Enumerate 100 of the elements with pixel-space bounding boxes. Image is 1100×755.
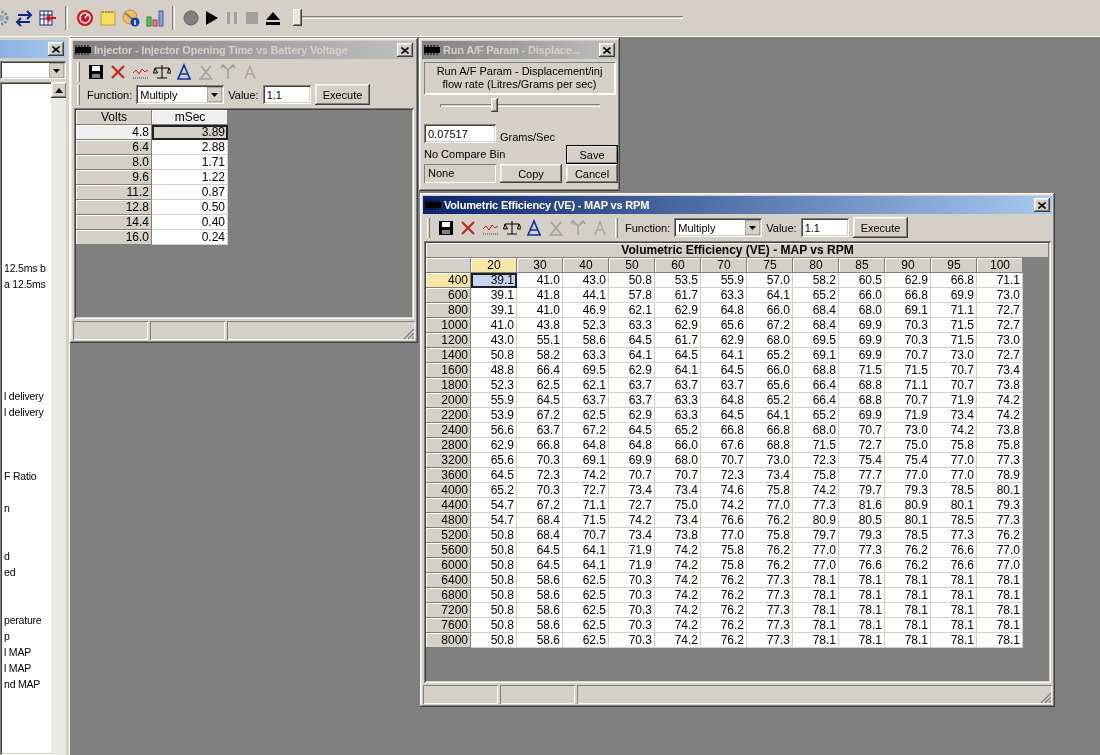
table-cell[interactable]: 75.4: [839, 453, 885, 468]
row-header[interactable]: 2200: [426, 408, 471, 423]
table-cell[interactable]: 55.9: [701, 273, 747, 288]
table-cell[interactable]: 39.1: [471, 273, 517, 288]
table-cell[interactable]: 63.7: [517, 423, 563, 438]
table-cell[interactable]: 71.9: [931, 393, 977, 408]
table-cell[interactable]: 78.5: [885, 528, 931, 543]
row-header[interactable]: 9.6: [76, 170, 152, 185]
table-cell[interactable]: 68.8: [747, 438, 793, 453]
table-cell[interactable]: 53.9: [471, 408, 517, 423]
value-input[interactable]: 1.1: [262, 85, 311, 104]
table-cell[interactable]: 62.5: [517, 378, 563, 393]
table-cell[interactable]: 70.3: [609, 573, 655, 588]
table-cell[interactable]: 79.3: [977, 498, 1023, 513]
execute-button[interactable]: Execute: [852, 217, 909, 238]
table-cell[interactable]: 77.0: [701, 528, 747, 543]
table-cell[interactable]: 62.9: [609, 408, 655, 423]
table-cell[interactable]: 67.2: [517, 498, 563, 513]
table-cell[interactable]: 68.8: [793, 363, 839, 378]
table-cell[interactable]: 78.1: [885, 633, 931, 648]
table-cell[interactable]: 76.6: [701, 513, 747, 528]
table-cell[interactable]: 79.7: [839, 483, 885, 498]
table-cell[interactable]: 78.1: [793, 603, 839, 618]
table-cell[interactable]: 70.3: [609, 633, 655, 648]
table-cell[interactable]: 78.1: [793, 588, 839, 603]
table-cell[interactable]: 76.2: [701, 573, 747, 588]
row-header[interactable]: 1400: [426, 348, 471, 363]
table-cell[interactable]: 63.3: [563, 348, 609, 363]
table-cell[interactable]: 50.8: [471, 633, 517, 648]
table-cell[interactable]: 71.9: [609, 543, 655, 558]
table-cell[interactable]: 78.1: [839, 618, 885, 633]
list-item[interactable]: p: [3, 628, 10, 644]
table-cell[interactable]: 77.0: [793, 543, 839, 558]
list-item[interactable]: ed: [3, 564, 16, 580]
table-cell[interactable]: 78.1: [793, 633, 839, 648]
table-cell[interactable]: 70.7: [885, 348, 931, 363]
table-cell[interactable]: 70.7: [609, 468, 655, 483]
list-item[interactable]: l MAP: [3, 660, 31, 676]
table-cell[interactable]: 52.3: [471, 378, 517, 393]
table-cell[interactable]: 74.6: [701, 483, 747, 498]
table-cell[interactable]: 64.8: [701, 393, 747, 408]
table-cell[interactable]: 74.2: [655, 588, 701, 603]
table-cell[interactable]: 76.2: [701, 633, 747, 648]
table-cell[interactable]: 68.8: [839, 393, 885, 408]
table-cell[interactable]: 58.2: [517, 348, 563, 363]
table-cell[interactable]: 64.5: [471, 468, 517, 483]
table-cell[interactable]: 62.5: [563, 633, 609, 648]
table-cell[interactable]: 71.1: [931, 303, 977, 318]
table-cell[interactable]: 77.3: [977, 513, 1023, 528]
table-cell[interactable]: 67.2: [563, 423, 609, 438]
table-cell[interactable]: 75.8: [701, 558, 747, 573]
table-cell[interactable]: 80.9: [885, 498, 931, 513]
table-cell[interactable]: 77.3: [839, 543, 885, 558]
table-cell[interactable]: 66.4: [517, 363, 563, 378]
table-cell[interactable]: 75.8: [747, 483, 793, 498]
table-cell[interactable]: 58.6: [517, 603, 563, 618]
table-cell[interactable]: 53.5: [655, 273, 701, 288]
table-cell[interactable]: 72.7: [977, 318, 1023, 333]
table-cell[interactable]: 54.7: [471, 498, 517, 513]
table-cell[interactable]: 63.3: [655, 408, 701, 423]
row-header[interactable]: 6400: [426, 573, 471, 588]
table-cell[interactable]: 63.7: [655, 378, 701, 393]
table-cell[interactable]: 76.2: [977, 528, 1023, 543]
column-header[interactable]: 80: [793, 258, 839, 273]
table-cell[interactable]: 77.3: [747, 573, 793, 588]
table-cell[interactable]: 72.7: [563, 483, 609, 498]
table-cell[interactable]: 71.5: [793, 438, 839, 453]
table-cell[interactable]: 73.0: [747, 453, 793, 468]
table-cell[interactable]: 69.9: [931, 288, 977, 303]
table-cell[interactable]: 76.2: [747, 513, 793, 528]
table-cell[interactable]: 73.4: [655, 483, 701, 498]
row-header[interactable]: 2800: [426, 438, 471, 453]
table-cell[interactable]: 71.9: [885, 408, 931, 423]
table-cell[interactable]: 72.7: [609, 498, 655, 513]
row-header[interactable]: 4400: [426, 498, 471, 513]
table-cell[interactable]: 62.1: [609, 303, 655, 318]
list-item[interactable]: perature: [3, 612, 42, 628]
table-cell[interactable]: 58.2: [793, 273, 839, 288]
table-cell[interactable]: 76.6: [931, 558, 977, 573]
table-cell[interactable]: 78.1: [885, 573, 931, 588]
row-header[interactable]: 5200: [426, 528, 471, 543]
table-cell[interactable]: 77.3: [747, 618, 793, 633]
table-cell[interactable]: 76.2: [885, 543, 931, 558]
table-cell[interactable]: 62.5: [563, 573, 609, 588]
row-header[interactable]: 5600: [426, 543, 471, 558]
table-cell[interactable]: 52.3: [563, 318, 609, 333]
table-cell[interactable]: 78.1: [793, 573, 839, 588]
table-cell[interactable]: 69.9: [839, 333, 885, 348]
table-cell[interactable]: 71.1: [563, 498, 609, 513]
table-cell[interactable]: 73.4: [931, 408, 977, 423]
table-cell[interactable]: 66.0: [747, 303, 793, 318]
table-cell[interactable]: 68.8: [839, 378, 885, 393]
list-item[interactable]: n: [3, 500, 10, 516]
table-cell[interactable]: 79.3: [839, 528, 885, 543]
table-cell[interactable]: 74.2: [655, 618, 701, 633]
table-cell[interactable]: 58.6: [517, 618, 563, 633]
table-cell[interactable]: 50.8: [471, 588, 517, 603]
table-cell[interactable]: 77.3: [793, 498, 839, 513]
table-cell[interactable]: 71.1: [885, 378, 931, 393]
table-cell[interactable]: 74.2: [701, 498, 747, 513]
